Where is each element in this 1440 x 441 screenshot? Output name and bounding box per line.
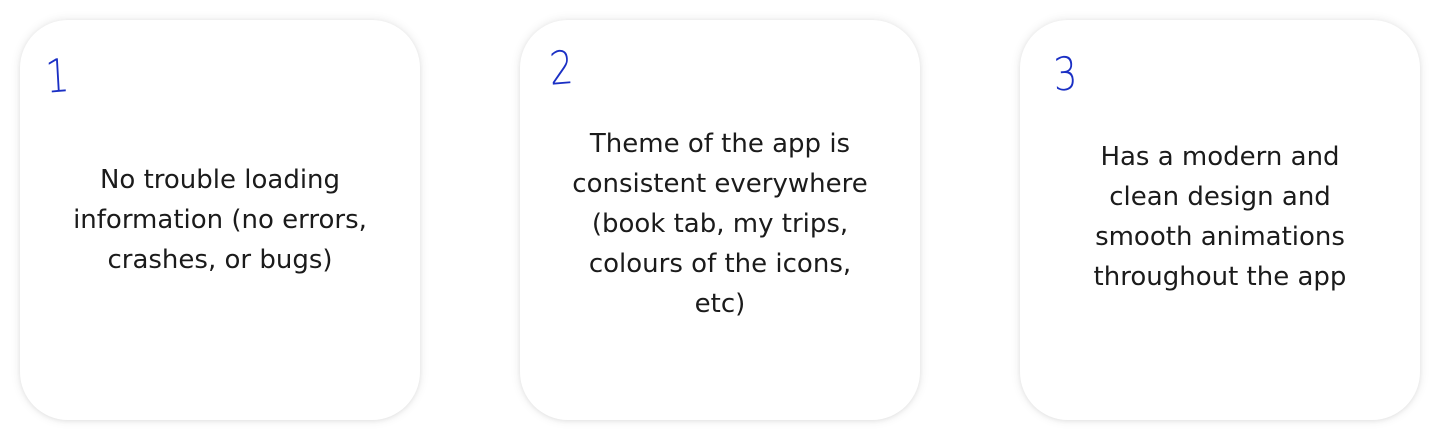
- criterion-card-1: 1 No trouble loading information (no err…: [20, 20, 420, 420]
- criteria-board: 1 No trouble loading information (no err…: [0, 0, 1440, 441]
- card-text: Has a modern and clean design and smooth…: [1093, 142, 1347, 292]
- card-number: 3: [1051, 45, 1079, 102]
- card-text: No trouble loading information (no error…: [73, 165, 367, 275]
- criterion-card-3: 3 Has a modern and clean design and smoo…: [1020, 20, 1420, 420]
- card-text: Theme of the app is consistent everywher…: [572, 129, 868, 319]
- criterion-card-2: 2 Theme of the app is consistent everywh…: [520, 20, 920, 420]
